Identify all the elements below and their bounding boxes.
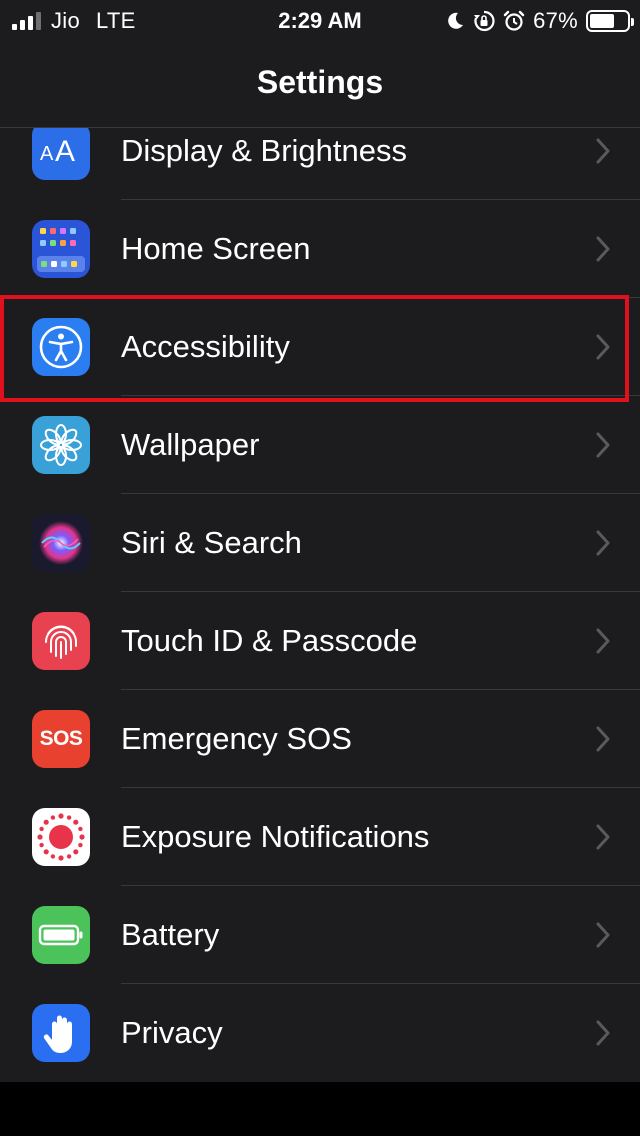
alarm-icon: [503, 10, 525, 31]
home-screen-icon: [32, 220, 90, 278]
settings-row-battery[interactable]: Battery: [0, 886, 640, 984]
battery-percentage: 67%: [533, 8, 578, 33]
chevron-right-icon: [596, 922, 610, 948]
exposure-notifications-icon: [32, 808, 90, 866]
chevron-right-icon: [596, 236, 610, 262]
row-label: Siri & Search: [121, 525, 302, 560]
sos-icon: SOS: [32, 710, 90, 768]
settings-row-home-screen[interactable]: Home Screen: [0, 200, 640, 298]
chevron-right-icon: [596, 1020, 610, 1046]
row-label: Touch ID & Passcode: [121, 623, 418, 658]
row-label: Wallpaper: [121, 427, 260, 462]
settings-row-wallpaper[interactable]: Wallpaper: [0, 396, 640, 494]
battery-icon: [32, 906, 90, 964]
battery-level-fill: [590, 14, 615, 28]
chevron-right-icon: [596, 530, 610, 556]
rotation-lock-icon: [474, 10, 495, 32]
display-brightness-icon: A A: [32, 122, 90, 180]
svg-text:A: A: [40, 143, 54, 165]
settings-list: A A Display & Brightness Home Screen Acc…: [0, 102, 640, 1082]
settings-row-emergency-sos[interactable]: SOS Emergency SOS: [0, 690, 640, 788]
fingerprint-icon: [32, 612, 90, 670]
settings-row-siri-search[interactable]: Siri & Search: [0, 494, 640, 592]
sos-icon-text: SOS: [39, 727, 83, 750]
siri-icon: [32, 514, 90, 572]
bottom-background: [0, 1082, 640, 1136]
navigation-header: Jio LTE 2:29 AM 67% Settings: [0, 0, 640, 128]
row-label: Accessibility: [121, 329, 290, 364]
chevron-right-icon: [596, 138, 610, 164]
row-label: Emergency SOS: [121, 721, 352, 756]
row-label: Privacy: [121, 1015, 223, 1050]
row-label: Exposure Notifications: [121, 819, 430, 854]
status-right: 67%: [445, 8, 634, 34]
chevron-right-icon: [596, 824, 610, 850]
row-label: Battery: [121, 917, 220, 952]
wallpaper-icon: [32, 416, 90, 474]
accessibility-icon: [32, 318, 90, 376]
settings-row-accessibility[interactable]: Accessibility: [0, 298, 640, 396]
page-title: Settings: [256, 64, 384, 100]
row-label: Home Screen: [121, 231, 311, 266]
chevron-right-icon: [596, 334, 610, 360]
settings-row-touch-id-passcode[interactable]: Touch ID & Passcode: [0, 592, 640, 690]
status-bar: Jio LTE 2:29 AM 67%: [0, 0, 640, 42]
settings-row-exposure-notifications[interactable]: Exposure Notifications: [0, 788, 640, 886]
hand-icon: [32, 1004, 90, 1062]
chevron-right-icon: [596, 628, 610, 654]
chevron-right-icon: [596, 432, 610, 458]
moon-icon: [448, 12, 464, 29]
settings-row-privacy[interactable]: Privacy: [0, 984, 640, 1082]
chevron-right-icon: [596, 726, 610, 752]
battery-status-icon: [586, 10, 634, 32]
svg-text:A: A: [55, 135, 75, 168]
